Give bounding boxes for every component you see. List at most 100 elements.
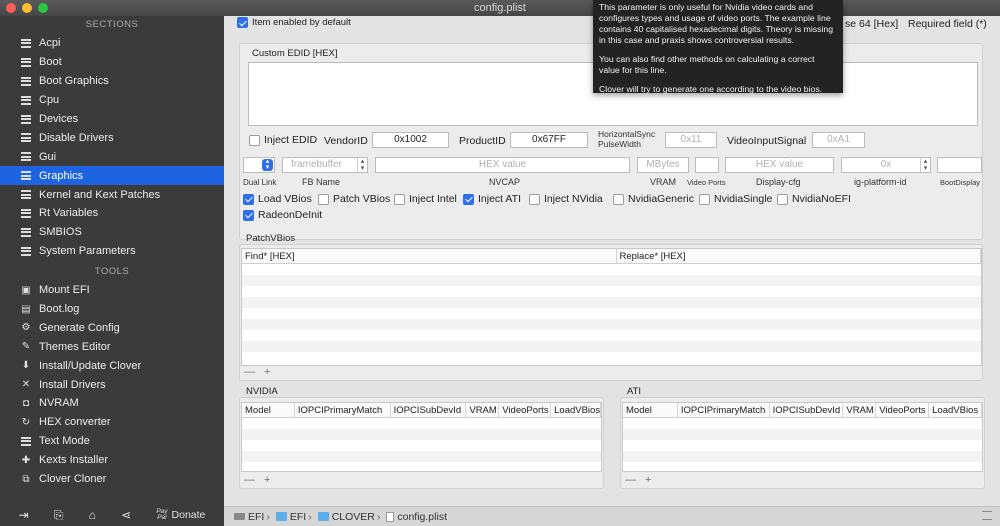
home-icon[interactable]: ⌂ — [89, 508, 96, 522]
item-enabled-checkbox[interactable]: Item enabled by default — [237, 17, 351, 28]
column-header[interactable]: IOPCIPrimaryMatch — [678, 403, 770, 417]
checkbox-box[interactable] — [777, 193, 788, 205]
sidebar-item-acpi[interactable]: Acpi — [0, 34, 224, 53]
dual-link-select[interactable]: ▴ ▾ — [243, 157, 275, 173]
tool-item-clover-cloner[interactable]: ⧉ Clover Cloner — [0, 470, 224, 489]
table-row[interactable] — [623, 440, 982, 451]
path-item-config[interactable]: config.plist — [397, 511, 447, 523]
column-header[interactable]: VideoPorts — [499, 403, 552, 417]
table-row[interactable] — [242, 264, 981, 275]
nvcap-input[interactable]: HEX value — [375, 157, 630, 173]
checkbox-box[interactable] — [243, 193, 254, 205]
patch-vbios-add-remove[interactable]: — + — [244, 366, 273, 378]
table-row[interactable] — [623, 418, 982, 429]
table-row[interactable] — [242, 319, 981, 330]
ati-add-remove[interactable]: — + — [625, 474, 654, 486]
sidebar-item-smbios[interactable]: SMBIOS — [0, 223, 224, 242]
close-window-button[interactable] — [6, 3, 16, 13]
column-header[interactable]: Model — [623, 403, 678, 417]
table-row[interactable] — [242, 308, 981, 319]
zoom-window-button[interactable] — [38, 3, 48, 13]
column-header[interactable]: Replace* [HEX] — [617, 249, 981, 263]
column-header[interactable]: Model — [242, 403, 295, 417]
column-header[interactable]: VRAM — [466, 403, 500, 417]
column-header[interactable]: Find* [HEX] — [242, 249, 617, 263]
nvidiageneric-checkbox[interactable]: NvidiaGeneric — [613, 193, 694, 205]
framebuffer-combo[interactable]: framebuffer ▴ ▾ — [282, 157, 368, 173]
tool-item-boot-log[interactable]: ▤ Boot.log — [0, 300, 224, 319]
login-icon[interactable]: ⇥ — [19, 508, 29, 522]
table-row[interactable] — [242, 275, 981, 286]
resize-grip-icon[interactable] — [982, 511, 992, 520]
tool-item-themes-editor[interactable]: ✎ Themes Editor — [0, 337, 224, 356]
video-input-signal-input[interactable]: 0xA1 — [812, 132, 865, 148]
table-row[interactable] — [242, 330, 981, 341]
ig-platform-id-combo[interactable]: 0x ▴ ▾ — [841, 157, 931, 173]
checkbox-box[interactable] — [613, 193, 624, 205]
path-item-efi-folder[interactable]: EFI — [290, 511, 306, 523]
inject-ati-checkbox[interactable]: Inject ATI — [463, 193, 521, 205]
tool-item-install-update-clover[interactable]: ⬇ Install/Update Clover — [0, 356, 224, 375]
sidebar-item-devices[interactable]: Devices — [0, 110, 224, 129]
tool-item-kexts-installer[interactable]: ✚ Kexts Installer — [0, 451, 224, 470]
table-row[interactable] — [242, 297, 981, 308]
table-row[interactable] — [242, 418, 601, 429]
sidebar-item-rt-variables[interactable]: Rt Variables — [0, 204, 224, 223]
tool-item-hex-converter[interactable]: ↻ HEX converter — [0, 413, 224, 432]
export-icon[interactable]: ⎘ — [54, 508, 64, 523]
boot-display-input[interactable] — [937, 157, 982, 173]
donate-button[interactable]: Pay Pal Donate — [156, 508, 205, 521]
inject-nvidia-checkbox[interactable]: Inject NVidia — [529, 193, 603, 205]
sidebar-item-graphics[interactable]: Graphics — [0, 166, 224, 186]
display-cfg-input[interactable]: HEX value — [725, 157, 834, 173]
checkbox-box[interactable] — [529, 193, 540, 205]
checkbox-box[interactable] — [699, 193, 710, 205]
table-row[interactable] — [242, 286, 981, 297]
column-header[interactable]: LoadVBios — [551, 403, 601, 417]
column-header[interactable]: IOPCISubDevId — [770, 403, 844, 417]
sidebar-item-boot-graphics[interactable]: Boot Graphics — [0, 72, 224, 91]
nvidia-add-remove[interactable]: — + — [244, 474, 273, 486]
table-row[interactable] — [242, 429, 601, 440]
minimize-window-button[interactable] — [22, 3, 32, 13]
table-row[interactable] — [623, 429, 982, 440]
path-item-clover[interactable]: CLOVER — [332, 511, 375, 523]
tool-item-generate-config[interactable]: ⚙ Generate Config — [0, 318, 224, 337]
tool-item-install-drivers[interactable]: ✕ Install Drivers — [0, 375, 224, 394]
sidebar-item-boot[interactable]: Boot — [0, 53, 224, 72]
vendor-id-input[interactable]: 0x1002 — [372, 132, 449, 148]
load-vbios-checkbox[interactable]: Load VBios — [243, 193, 312, 205]
sidebar-item-cpu[interactable]: Cpu — [0, 91, 224, 110]
nvidianoefi-checkbox[interactable]: NvidiaNoEFI — [777, 193, 851, 205]
nvidiasingle-checkbox[interactable]: NvidiaSingle — [699, 193, 772, 205]
sidebar-item-disable-drivers[interactable]: Disable Drivers — [0, 128, 224, 147]
sidebar-item-gui[interactable]: Gui — [0, 147, 224, 166]
inject-edid-checkbox[interactable]: Inject EDID — [249, 134, 317, 146]
column-header[interactable]: VideoPorts — [876, 403, 930, 417]
inject-edid-check[interactable] — [249, 134, 260, 146]
checkbox-box[interactable] — [463, 193, 474, 205]
tool-item-mount-efi[interactable]: ▣ Mount EFI — [0, 281, 224, 300]
sidebar-item-system-parameters[interactable]: System Parameters — [0, 242, 224, 261]
tool-item-nvram[interactable]: ◘ NVRAM — [0, 394, 224, 413]
table-row[interactable] — [242, 440, 601, 451]
column-header[interactable]: IOPCISubDevId — [391, 403, 467, 417]
item-enabled-check[interactable] — [237, 17, 248, 28]
checkbox-box[interactable] — [243, 209, 254, 221]
column-header[interactable]: LoadVBios — [929, 403, 982, 417]
table-row[interactable] — [242, 341, 981, 352]
table-row[interactable] — [242, 451, 601, 462]
patch-vbios-checkbox[interactable]: Patch VBios — [318, 193, 390, 205]
radeondeinit-checkbox[interactable]: RadeonDeInit — [243, 209, 322, 221]
tool-item-text-mode[interactable]: Text Mode — [0, 432, 224, 451]
table-row[interactable] — [623, 451, 982, 462]
column-header[interactable]: IOPCIPrimaryMatch — [295, 403, 391, 417]
inject-intel-checkbox[interactable]: Inject Intel — [394, 193, 457, 205]
hsync-input[interactable]: 0x11 — [665, 132, 717, 148]
product-id-input[interactable]: 0x67FF — [510, 132, 588, 148]
path-item-efi-volume[interactable]: EFI — [248, 511, 264, 523]
checkbox-box[interactable] — [394, 193, 405, 205]
share-icon[interactable]: ⋖ — [121, 508, 131, 522]
checkbox-box[interactable] — [318, 193, 329, 205]
video-ports-input[interactable] — [695, 157, 719, 173]
